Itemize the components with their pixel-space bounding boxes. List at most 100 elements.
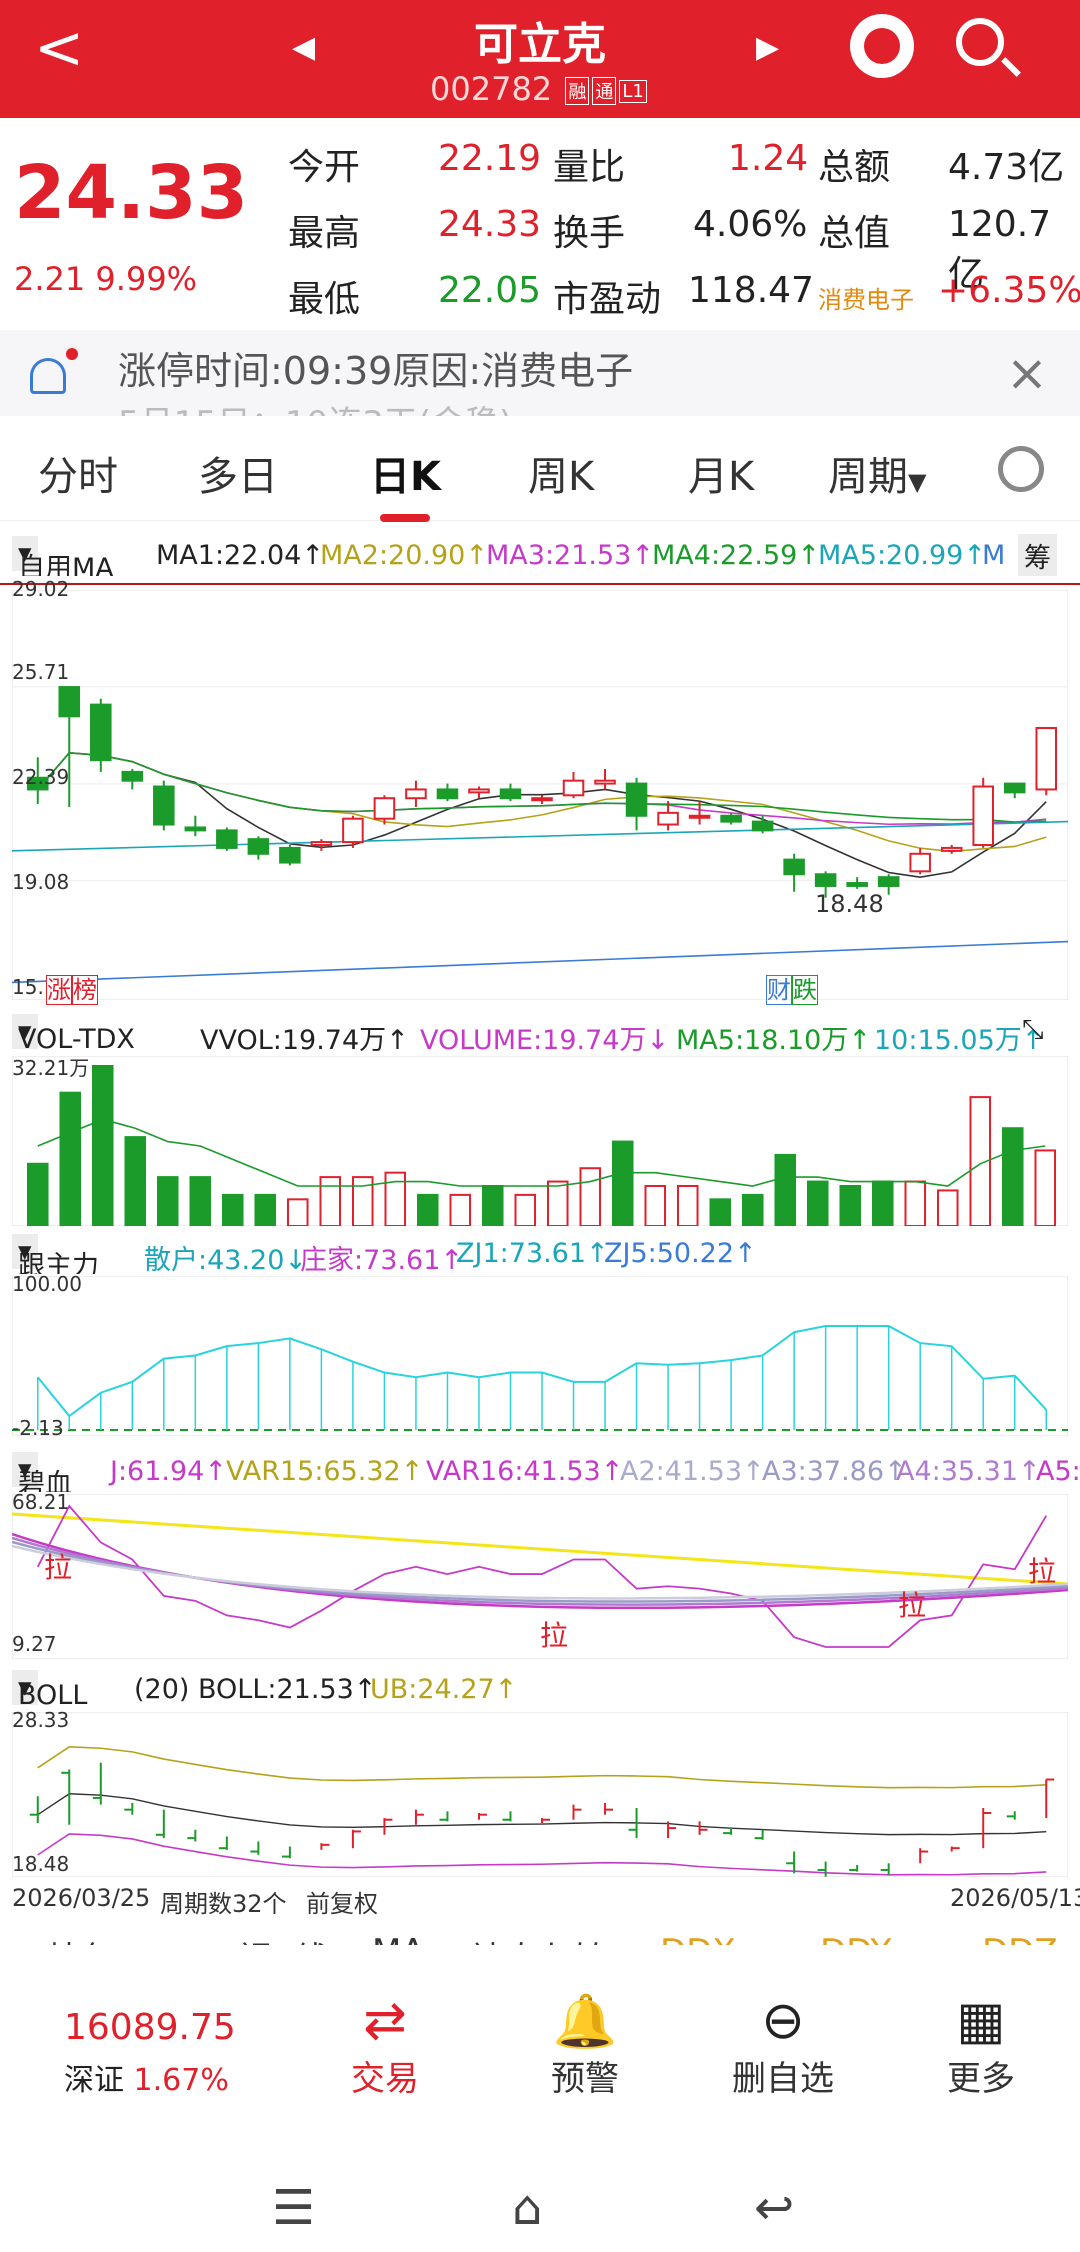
menu-icon[interactable]: ☰ <box>272 2180 315 2236</box>
vol-indicator-select[interactable]: VOL-TDX ▾ <box>12 1014 135 1054</box>
ma1-value: MA1:22.04↑ <box>156 540 324 571</box>
index-line[interactable]: 深证 1.67% <box>64 2055 229 2099</box>
var15-value: VAR15:65.32↑ <box>226 1456 424 1487</box>
volume-bar <box>741 1193 764 1226</box>
volume-bar <box>546 1180 569 1226</box>
volume-bar <box>156 1176 179 1226</box>
volume-ma5-line <box>37 1118 1046 1187</box>
ma2-value: MA2:20.90↑ <box>320 540 488 571</box>
volume-bar <box>644 1185 667 1226</box>
date-end: 2026/05/13 <box>950 1884 1080 1912</box>
var16-value: VAR16:41.53↑ <box>426 1456 624 1487</box>
tag-limit-up[interactable]: 涨 <box>46 975 72 1005</box>
zl-axis-top: 100.00 <box>12 1272 82 1296</box>
mascot-icon[interactable] <box>850 14 914 78</box>
vol-axis-top: 32.21万 <box>12 1056 90 1080</box>
tag-finance[interactable]: 财 <box>766 975 792 1005</box>
tag-margin: 融 <box>565 77 590 105</box>
home-icon[interactable]: ⌂ <box>512 2180 542 2236</box>
volume-bar <box>124 1136 147 1226</box>
back-nav-icon[interactable]: ↩ <box>754 2180 794 2236</box>
stat-label: 总额 <box>818 147 891 188</box>
top-bar: < ◀ 可立克 ▶ 002782 融通 L1 <box>0 0 1080 118</box>
ma-indicator-select[interactable]: 自用MA ▾ <box>12 536 114 576</box>
boll-chart[interactable] <box>12 1712 1068 1877</box>
candle-body <box>909 852 931 873</box>
tab-weekly-k[interactable]: 周K <box>528 444 594 502</box>
nav-alert-label: 预警 <box>551 2059 619 2099</box>
candle-body <box>121 770 144 782</box>
nav-more[interactable]: ▦ 更多 <box>906 1991 1056 2121</box>
stat-label: 市盈动 <box>553 279 662 320</box>
stat-label: 最低 <box>288 279 361 320</box>
stat-row: 最低 22.05 市盈动 118.47 消费电子 +6.35% <box>288 262 1080 328</box>
volume-bar <box>416 1193 439 1226</box>
adjust-mode[interactable]: 前复权 <box>306 1884 378 1919</box>
tag-fall[interactable]: 跌 <box>792 975 818 1005</box>
ma-indicator-name: 自用MA <box>18 553 114 576</box>
nav-more-label: 更多 <box>947 2059 1015 2099</box>
boll-upper <box>37 1746 1047 1789</box>
volume-bar <box>514 1193 537 1226</box>
candle-body <box>625 782 648 817</box>
ma3-value: MA3:21.53↑ <box>486 540 654 571</box>
tab-multiday[interactable]: 多日 <box>198 444 278 502</box>
search-icon[interactable] <box>956 18 1004 66</box>
volume-bar <box>384 1171 407 1226</box>
tab-period-label: 周期 <box>828 454 908 500</box>
la-label: 拉 <box>540 1619 569 1652</box>
tab-monthly-k[interactable]: 月K <box>688 444 754 502</box>
index-value[interactable]: 16089.75 <box>64 2007 236 2048</box>
limit-up-notice[interactable]: 涨停时间:09:39原因:消费电子 5月15日：10连3天(金稳) × <box>0 330 1080 416</box>
volume-bar <box>806 1180 829 1226</box>
a3-value: A3:37.86↑ <box>762 1456 907 1487</box>
candlestick-chart[interactable] <box>12 590 1068 1000</box>
volume-chart[interactable] <box>12 1056 1068 1226</box>
expand-icon[interactable]: ⤡ <box>1022 1014 1044 1046</box>
bx-indicator-select[interactable]: 碧血 ▾ <box>12 1452 72 1492</box>
settings-icon[interactable] <box>998 446 1044 492</box>
stat-value: 22.19 <box>438 138 542 179</box>
stat-label: 总值 <box>818 213 891 254</box>
stat-label: 今开 <box>288 147 361 188</box>
volume-bar <box>904 1180 927 1226</box>
system-nav-bar: ☰ ⌂ ↩ <box>0 2140 1080 2252</box>
bx-axis-top: 68.21 <box>12 1490 70 1514</box>
volume-bar <box>839 1185 862 1226</box>
nav-remove-watchlist[interactable]: ⊖ 删自选 <box>708 1991 858 2121</box>
chip-button[interactable]: 筹 <box>1018 534 1057 576</box>
next-stock-icon[interactable]: ▶ <box>756 30 779 65</box>
volume-bar <box>59 1091 82 1226</box>
candle-body <box>877 876 900 887</box>
nav-trade[interactable]: ⇄ 交易 <box>310 1991 460 2121</box>
nav-alert[interactable]: 🔔 预警 <box>510 1991 660 2121</box>
zl-indicator-select[interactable]: 跟主力 ▾ <box>12 1234 99 1274</box>
volume-bar <box>449 1193 472 1226</box>
boll-lower <box>37 1833 1047 1876</box>
price-line <box>0 583 1080 585</box>
candle-body <box>846 882 868 887</box>
ma-legend: 自用MA ▾ MA1:22.04↑ MA2:20.90↑ MA3:21.53↑ M… <box>0 530 1080 576</box>
close-icon[interactable]: × <box>1006 344 1048 402</box>
boll-indicator-select[interactable]: BOLL ▾ <box>12 1670 87 1710</box>
dealer-value: 庄家:73.61↑ <box>300 1245 464 1274</box>
vol-indicator-name: VOL-TDX <box>18 1024 135 1054</box>
tab-daily-k[interactable]: 日K <box>370 444 441 522</box>
candle-body <box>468 788 490 794</box>
vol-ma10-value: 10:15.05万↑ <box>874 1025 1045 1054</box>
candle-body <box>90 703 112 762</box>
candle-body <box>657 811 679 826</box>
tab-period[interactable]: 周期▼ <box>828 444 926 502</box>
tag-board[interactable]: 榜 <box>72 975 98 1005</box>
change-pct: 9.99% <box>95 260 198 298</box>
stat-label: 最高 <box>288 213 361 254</box>
candle-body <box>184 826 207 832</box>
main-force-chart[interactable] <box>12 1276 1068 1436</box>
sector-name[interactable]: 消费电子 <box>818 280 914 315</box>
volume-bar <box>286 1198 309 1226</box>
boll-indicator-name: BOLL <box>18 1680 88 1710</box>
date-start: 2026/03/25 <box>12 1884 151 1912</box>
stat-label: 换手 <box>553 213 626 254</box>
candle-body <box>594 779 616 785</box>
tab-intraday[interactable]: 分时 <box>38 444 118 502</box>
